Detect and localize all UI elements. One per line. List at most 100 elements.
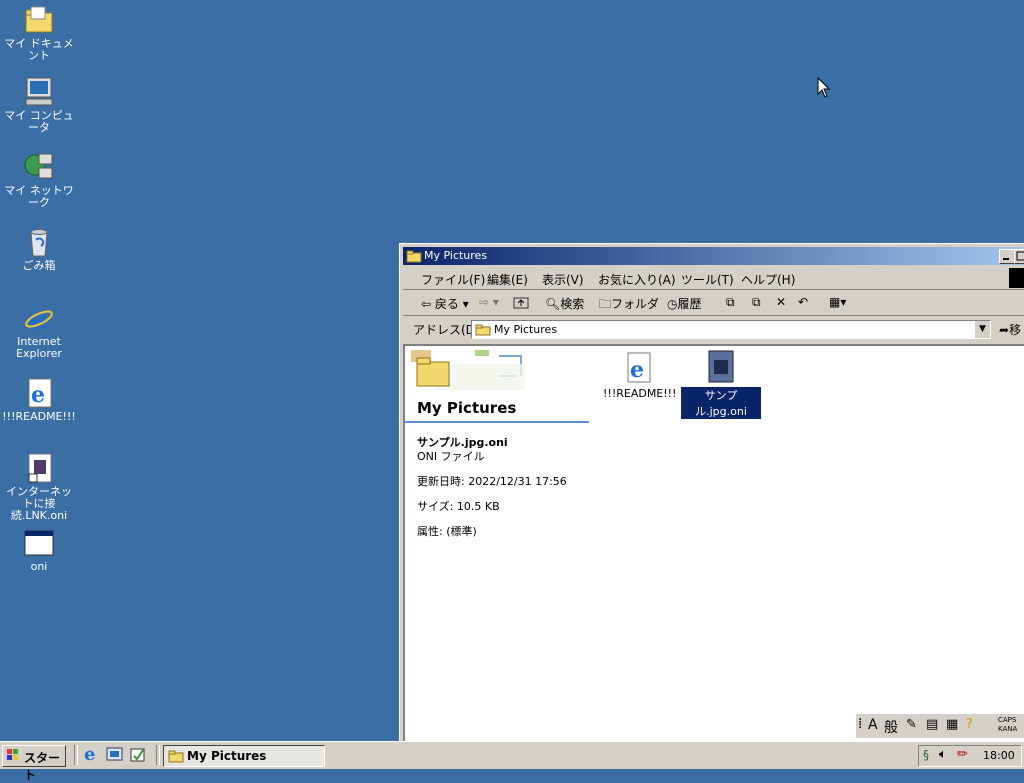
views-icon: ▦: [829, 295, 841, 309]
taskbar: スタート e My Pictures § 🔈︎ ✏︎ 18:00: [0, 741, 1024, 782]
throbber-logo: [1009, 268, 1024, 288]
desktop-icon-recycle-bin[interactable]: ごみ箱: [0, 226, 78, 272]
desktop-icon-label: マイ ネットワーク: [4, 184, 74, 209]
search-button[interactable]: 🔍︎検索: [545, 295, 584, 312]
banner-divider: [405, 421, 589, 423]
desktop-icon-oni[interactable]: oni: [0, 527, 78, 573]
delete-icon: ✕: [776, 295, 787, 309]
desktop-icon-my-computer[interactable]: マイ コンピュータ: [0, 76, 78, 134]
menu-favorites[interactable]: お気に入り(A): [598, 271, 676, 288]
ime-input-mode-icon[interactable]: A: [868, 717, 878, 733]
search-label: 検索: [560, 297, 585, 311]
folders-label: フォルダ: [611, 297, 660, 311]
menu-file[interactable]: ファイル(F): [421, 271, 485, 288]
menu-help[interactable]: ヘルプ(H): [741, 271, 795, 288]
undo-button[interactable]: ↶: [798, 295, 808, 309]
views-button[interactable]: ▦▾: [829, 295, 846, 309]
svg-text:e: e: [630, 357, 644, 383]
folder-banner: My Pictures: [405, 346, 591, 421]
address-value: My Pictures: [494, 323, 558, 336]
oni-file-icon: [708, 350, 734, 383]
address-input[interactable]: My Pictures ▼: [471, 320, 991, 339]
start-button[interactable]: スタート: [2, 745, 66, 782]
delete-button[interactable]: ✕: [776, 295, 786, 309]
search-icon: 🔍︎: [545, 297, 561, 311]
desktop-icon-label: oni: [30, 560, 48, 573]
ime-conversion-mode[interactable]: 般: [884, 717, 898, 737]
maximize-button[interactable]: [1014, 249, 1024, 264]
quicklaunch-ie-icon[interactable]: e: [82, 744, 100, 767]
go-button[interactable]: ➦移: [999, 321, 1021, 338]
menu-bar: ファイル(F) 編集(E) 表示(V) お気に入り(A) ツール(T) ヘルプ(…: [403, 267, 1024, 290]
ime-grip-icon[interactable]: ⁞: [858, 716, 862, 732]
file-name-selected: サンプル.jpg.oni: [680, 386, 762, 420]
explorer-window: My Pictures ファイル(F) 編集(E) 表示(V) お気に入り(A)…: [399, 243, 1024, 744]
address-label: アドレス(D): [413, 323, 480, 337]
tray-network-icon[interactable]: §: [923, 748, 929, 762]
desktop-icon-my-network[interactable]: マイ ネットワーク: [0, 151, 78, 209]
menu-tools[interactable]: ツール(T): [681, 271, 734, 288]
up-folder-button[interactable]: [513, 295, 529, 312]
desktop-icon-label: Internet Explorer: [16, 335, 62, 360]
ime-pad-icon[interactable]: ✎: [906, 717, 917, 732]
back-arrow-icon: ⇦: [421, 297, 432, 311]
folder-view: My Pictures サンプル.jpg.oni ONI ファイル 更新日時: …: [403, 344, 1024, 741]
toolbar: ⇦ 戻る ▾ ⇨ ▾ 🔍︎検索 🗀︎フォルダ ◷履歴 ⧉ ⧉ ✕ ↶ ▦▾: [403, 291, 1024, 316]
tray-volume-icon[interactable]: 🔈︎: [939, 747, 947, 762]
file-name: !!!README!!!: [603, 387, 677, 400]
copy-to-icon: ⧉: [752, 295, 761, 309]
task-label: My Pictures: [187, 749, 267, 763]
ime-tools-icon[interactable]: ▦: [946, 717, 958, 732]
selected-file-attributes: 属性: (標準): [417, 525, 477, 538]
mouse-cursor-icon: [817, 77, 831, 98]
history-button[interactable]: ◷履歴: [667, 295, 702, 312]
selected-file-type: ONI ファイル: [417, 450, 485, 463]
go-label: 移: [1009, 323, 1022, 337]
windows-logo-icon: [6, 748, 20, 765]
history-icon: ◷: [667, 297, 678, 311]
tray-pen-icon[interactable]: ✏︎: [957, 747, 968, 762]
folders-icon: 🗀︎: [599, 297, 612, 311]
file-item-readme[interactable]: e !!!README!!!: [603, 352, 677, 400]
desktop-icon-label: !!!README!!!: [2, 410, 76, 423]
forward-button[interactable]: ⇨ ▾: [479, 295, 499, 309]
taskbar-divider: [156, 745, 160, 765]
desktop-icon-label: マイ ドキュメント: [4, 37, 74, 62]
desktop-icon-label: マイ コンピュータ: [4, 109, 74, 134]
ime-caps-kana-indicator: CAPS KANA: [998, 716, 1017, 734]
copy-to-button[interactable]: ⧉: [752, 295, 761, 310]
ime-help-icon[interactable]: ?: [966, 717, 973, 732]
ie-icon: e: [23, 302, 55, 337]
move-to-button[interactable]: ⧉: [726, 295, 735, 310]
svg-text:e: e: [31, 382, 45, 408]
caps-label: CAPS: [998, 716, 1017, 724]
folders-button[interactable]: 🗀︎フォルダ: [599, 295, 659, 316]
desktop-icon-internet-explorer[interactable]: e Internet Explorer: [0, 302, 78, 360]
quicklaunch-divider: [74, 745, 78, 765]
tray-clock[interactable]: 18:00: [983, 749, 1015, 762]
up-folder-icon: [513, 297, 529, 309]
folder-title: My Pictures: [417, 399, 517, 417]
taskbar-window-my-pictures[interactable]: My Pictures: [163, 745, 325, 767]
desktop-icon-internet-connect[interactable]: インターネットに接続.LNK.oni: [0, 452, 78, 522]
menu-edit[interactable]: 編集(E): [487, 271, 528, 288]
folder-icon: [406, 250, 422, 263]
desktop-icon-my-documents[interactable]: マイ ドキュメント: [0, 4, 78, 62]
menu-view[interactable]: 表示(V): [542, 271, 584, 288]
back-button[interactable]: ⇦ 戻る ▾: [421, 295, 469, 312]
minimize-button[interactable]: [999, 249, 1015, 264]
recycle-bin-icon: [23, 226, 55, 258]
go-arrow-icon: ➦: [999, 323, 1010, 337]
window-titlebar[interactable]: My Pictures: [403, 247, 1024, 265]
move-to-icon: ⧉: [726, 295, 735, 309]
desktop-icon-readme[interactable]: e !!!README!!!: [0, 377, 78, 423]
ime-dictionary-icon[interactable]: ▤: [926, 717, 938, 732]
forward-arrow-icon: ⇨: [479, 295, 490, 309]
quicklaunch-explorer-icon[interactable]: [106, 746, 124, 767]
ie-document-icon: e: [23, 377, 55, 409]
folder-icon: [475, 324, 491, 336]
file-item-sample-oni[interactable]: サンプル.jpg.oni: [680, 350, 762, 420]
address-dropdown-button[interactable]: ▼: [974, 321, 990, 338]
quicklaunch-show-desktop-icon[interactable]: [129, 746, 147, 767]
window-app-icon: [23, 527, 55, 559]
